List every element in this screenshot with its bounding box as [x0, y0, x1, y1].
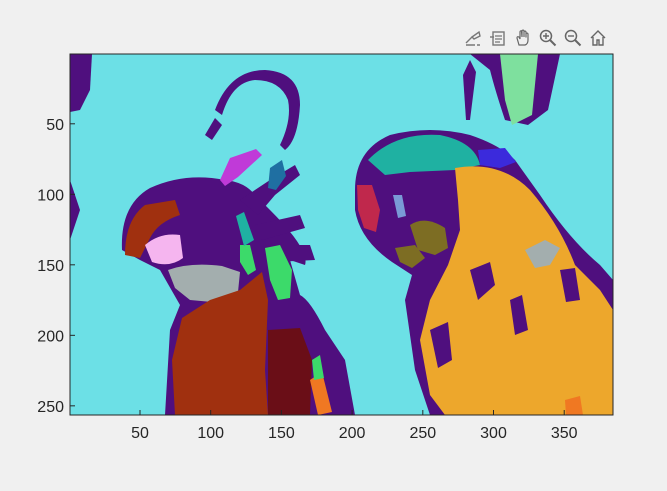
x-tick-label: 200 [339, 425, 366, 442]
x-tick-label: 300 [480, 425, 507, 442]
y-tick-label: 200 [37, 328, 64, 345]
x-tick-label: 250 [409, 425, 436, 442]
y-tick-label: 250 [37, 399, 64, 416]
x-tick-label: 350 [551, 425, 578, 442]
x-tick-label: 50 [131, 425, 149, 442]
image-axes: 50 100 150 200 250 300 350 50 100 150 200 250 [37, 53, 614, 442]
x-tick-label: 150 [268, 425, 295, 442]
y-tick-label: 100 [37, 187, 64, 204]
y-tick-label: 50 [46, 117, 64, 134]
y-tick-label: 150 [37, 258, 64, 275]
x-tick-label: 100 [197, 425, 224, 442]
figure-canvas: 50 100 150 200 250 300 350 50 100 150 200 250 [37, 53, 614, 442]
y-axis: 50 100 150 200 250 [37, 117, 75, 416]
